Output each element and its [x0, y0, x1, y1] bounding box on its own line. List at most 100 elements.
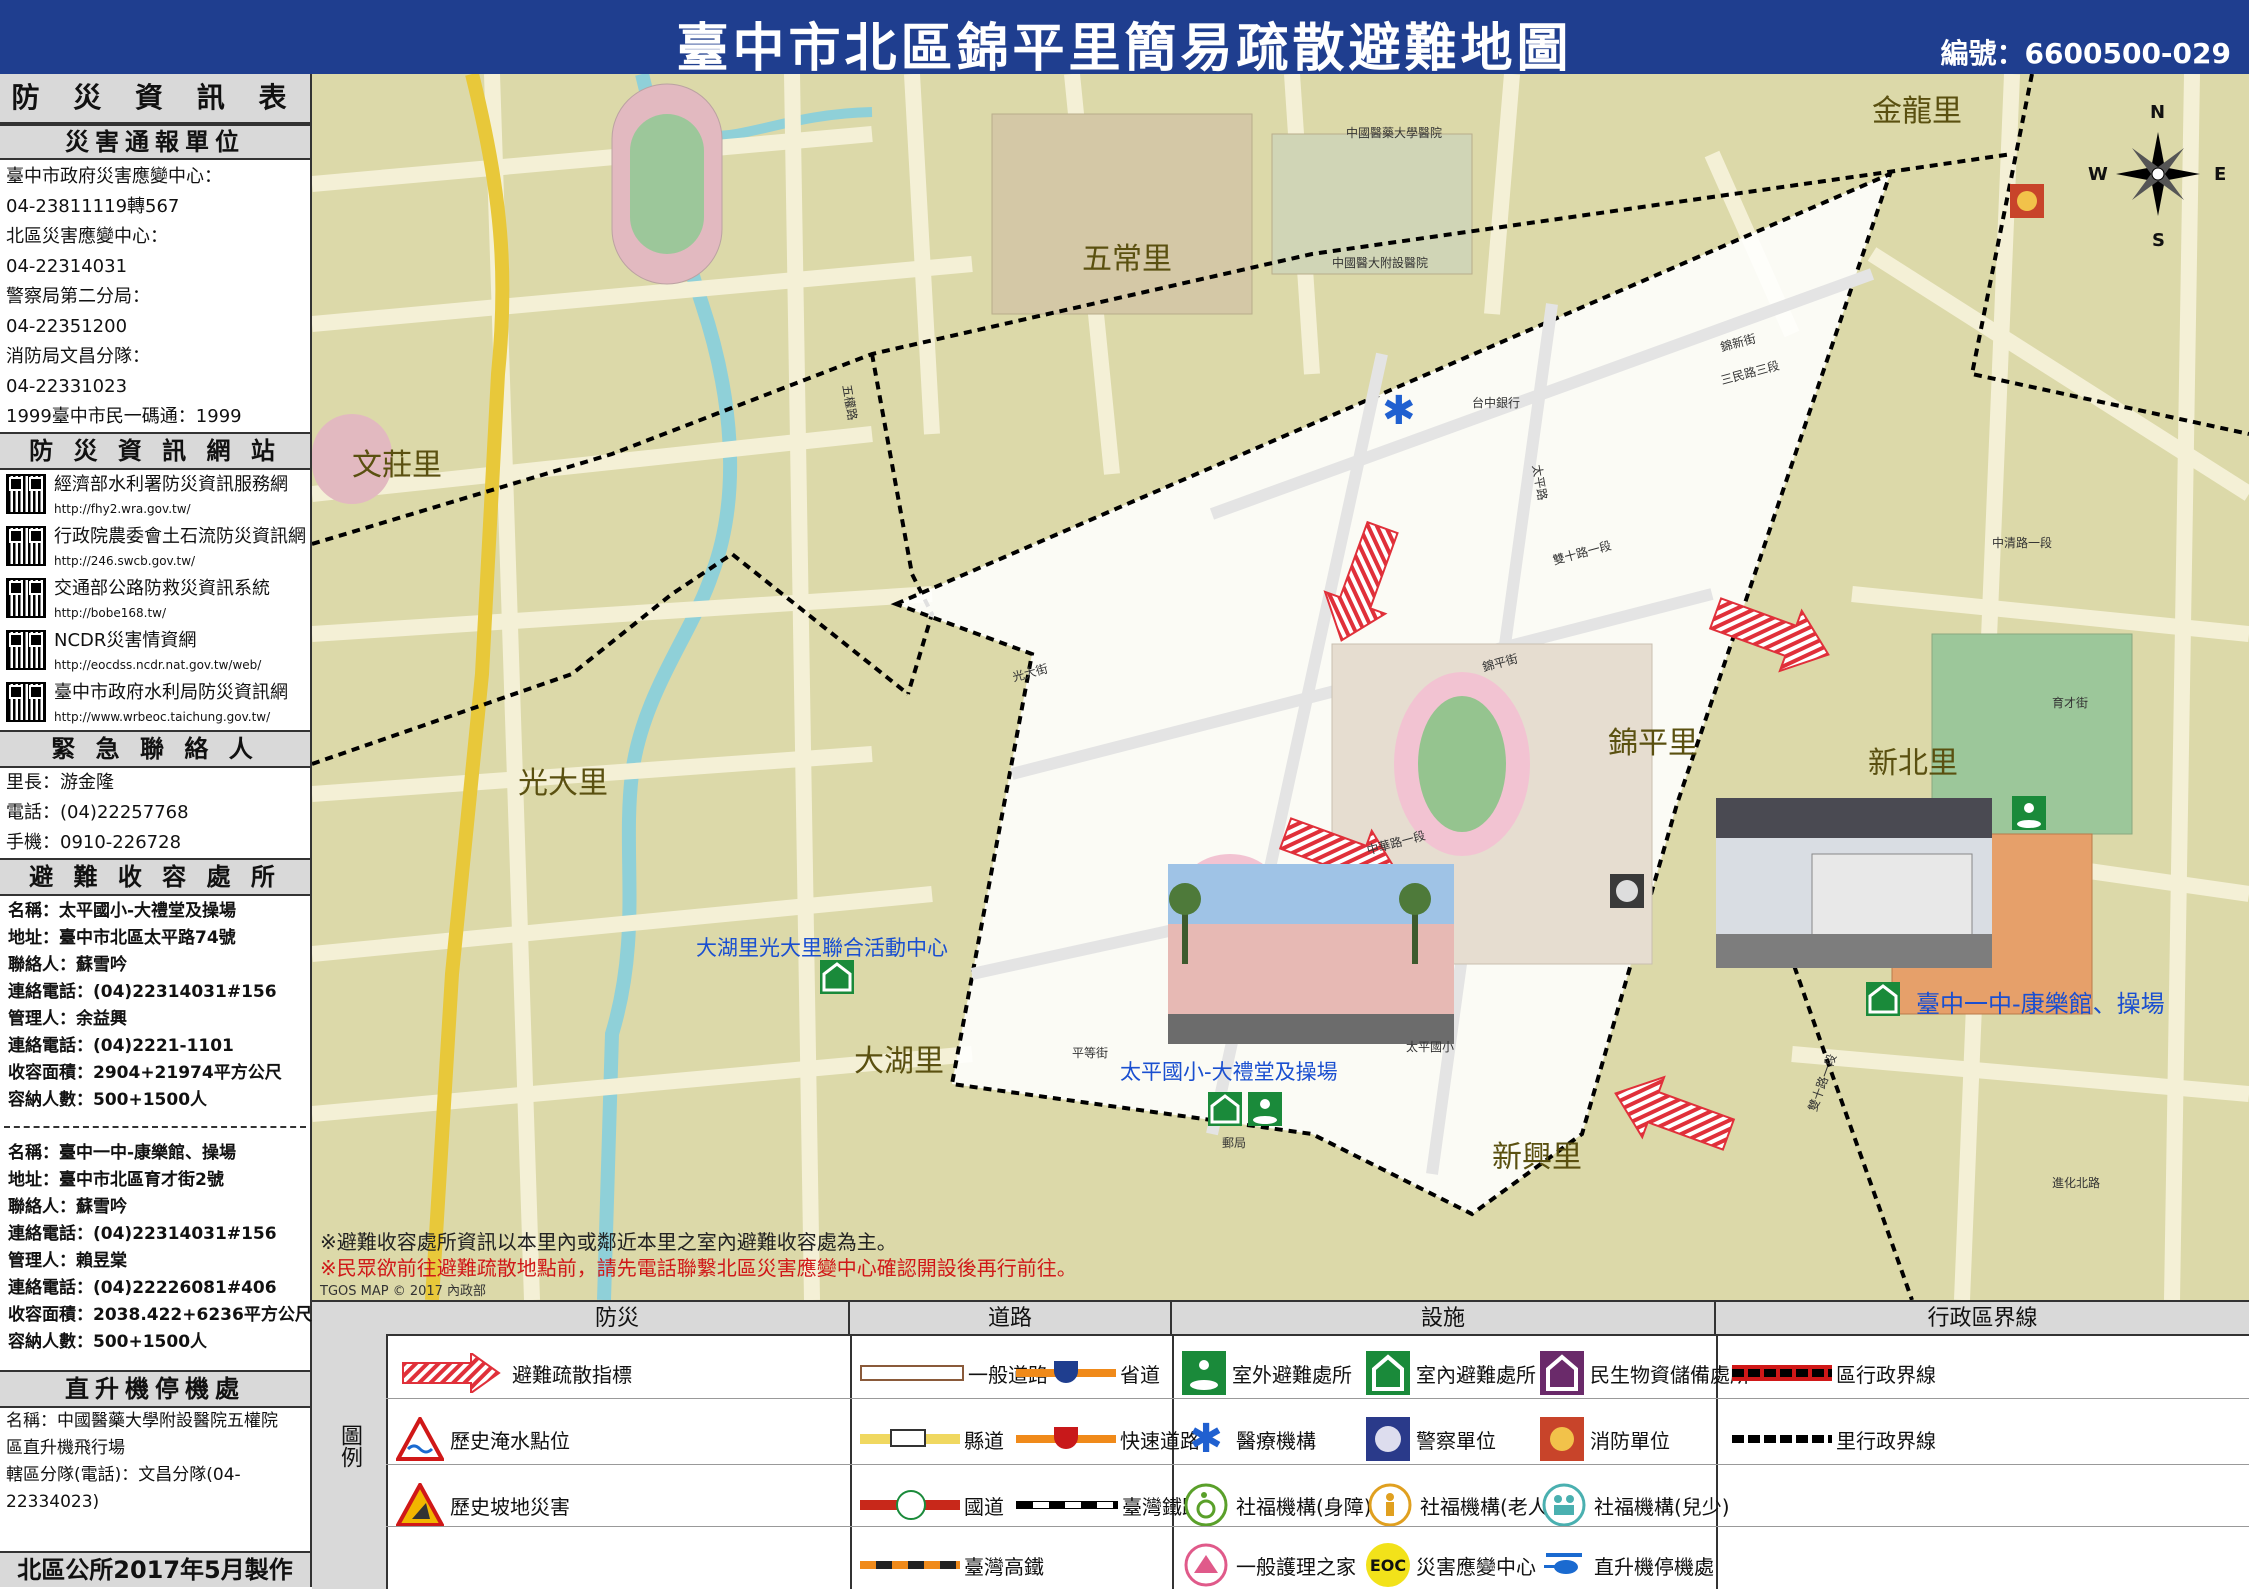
qr-code-icon — [6, 474, 46, 514]
qr-code-icon — [6, 682, 46, 722]
report-list: 臺中市政府災害應變中心： 04-23811119轉567 北區災害應變中心： 0… — [0, 160, 310, 432]
shelter-line: 收容面積：2904+21974平方公尺 — [8, 1063, 282, 1083]
web-url[interactable]: http://bobe168.tw/ — [54, 604, 270, 622]
flood-warning-icon — [396, 1415, 444, 1463]
legend-head-road: 道路 — [850, 1302, 1172, 1336]
indoor-shelter-icon — [1366, 1351, 1410, 1395]
shelter1-photo — [1168, 864, 1454, 1044]
web-url[interactable]: http://eocdss.ncdr.nat.gov.tw/web/ — [54, 656, 261, 674]
children-icon — [1540, 1481, 1588, 1529]
village-label-xinbei: 新北里 — [1868, 746, 1958, 781]
report-line: 北區災害應變中心： — [6, 226, 168, 247]
web-url[interactable]: http://fhy2.wra.gov.tw/ — [54, 500, 288, 518]
report-line: 04-22351200 — [6, 316, 128, 337]
shelter-line: 聯絡人：蘇雪吟 — [8, 955, 127, 975]
web-item[interactable]: NCDR災害情資網 http://eocdss.ncdr.nat.gov.tw/w… — [0, 626, 310, 678]
heli-info: 名稱：中國醫藥大學附設醫院五權院 區直升機飛行場 轄區分隊(電話)：文昌分隊(0… — [0, 1408, 310, 1516]
legend-village-boundary: 里行政界線 — [1732, 1408, 1936, 1470]
legend-text: 一般護理之家 — [1236, 1554, 1356, 1579]
legend-head-facility: 設施 — [1172, 1302, 1716, 1336]
legend-outdoor-shelter: 室外避難處所 — [1182, 1342, 1352, 1404]
landslide-warning-icon — [396, 1481, 444, 1529]
outdoor-shelter-icon — [1182, 1351, 1226, 1395]
shelter-line: 容納人數：500+1500人 — [8, 1332, 208, 1352]
map-canvas[interactable]: ✱ — [312, 74, 2249, 1300]
legend-police: 警察單位 — [1366, 1408, 1496, 1470]
legend-text: 臺灣高鐵 — [964, 1554, 1044, 1579]
legend-text: 區行政界線 — [1836, 1362, 1936, 1387]
legend-head-boundary: 行政區界線 — [1716, 1302, 2249, 1336]
web-item[interactable]: 行政院農委會土石流防災資訊網 http://246.swcb.gov.tw/ — [0, 522, 310, 574]
legend-text: 歷史坡地災害 — [450, 1494, 570, 1519]
svg-text:✱: ✱ — [1382, 388, 1416, 434]
indoor-shelter-icon — [820, 960, 854, 994]
web-title: 防 災 資 訊 網 站 — [0, 432, 310, 470]
road-label: 中清路一段 — [1992, 536, 2053, 550]
nursing-home-icon — [1182, 1541, 1230, 1589]
village-label-dahu: 大湖里 — [854, 1044, 944, 1079]
web-url[interactable]: http://www.wrbeoc.taichung.gov.tw/ — [54, 708, 288, 726]
report-title: 災害通報單位 — [0, 124, 310, 160]
legend-text: 消防單位 — [1590, 1428, 1670, 1453]
legend-flood: 歷史淹水點位 — [396, 1408, 570, 1470]
note-1: ※避難收容處所資訊以本里內或鄰近本里之室內避難收容處為主。 — [320, 1230, 897, 1254]
heli-line: 名稱：中國醫藥大學附設醫院五權院 — [6, 1411, 278, 1431]
contact-title: 緊 急 聯 絡 人 — [0, 730, 310, 768]
web-name: 臺中市政府水利局防災資訊網 — [54, 682, 288, 703]
legend: 圖例 防災 道路 設施 行政區界線 避難疏散指標 歷史淹水點位 歷史坡地災害 一… — [312, 1300, 2249, 1589]
elderly-icon — [1366, 1481, 1414, 1529]
web-item[interactable]: 交通部公路防救災資訊系統 http://bobe168.tw/ — [0, 574, 310, 626]
web-item[interactable]: 臺中市政府水利局防災資訊網 http://www.wrbeoc.taichung.… — [0, 678, 310, 730]
legend-evac-arrow: 避難疏散指標 — [396, 1342, 632, 1404]
village-label-jinlong: 金龍里 — [1872, 94, 1962, 129]
info-panel: 防 災 資 訊 表 災害通報單位 臺中市政府災害應變中心： 04-2381111… — [0, 74, 312, 1587]
place-hospital2: 中國醫大附設醫院 — [1332, 256, 1429, 270]
shelter-line: 連絡電話：(04)2221-1101 — [8, 1036, 234, 1056]
legend-indoor-shelter: 室內避難處所 — [1366, 1342, 1536, 1404]
legend-fire: 消防單位 — [1540, 1408, 1670, 1470]
heli-title: 直升機停機處 — [0, 1370, 310, 1408]
report-line: 04-22331023 — [6, 376, 128, 397]
contact-line: 手機：0910-226728 — [6, 832, 182, 853]
shelter-line: 管理人：余益興 — [8, 1009, 127, 1029]
web-url[interactable]: http://246.swcb.gov.tw/ — [54, 552, 306, 570]
web-name: 行政院農委會土石流防災資訊網 — [54, 526, 306, 547]
outdoor-shelter-icon — [1248, 1092, 1282, 1126]
village-label-jinping: 錦平里 — [1608, 726, 1698, 761]
contact-line: 電話：(04)22257768 — [6, 802, 189, 823]
heli-line: 轄區分隊(電話)：文昌分隊(04- — [6, 1465, 241, 1485]
village-label-wuchang: 五常里 — [1082, 242, 1172, 277]
legend-text: 省道 — [1120, 1362, 1160, 1387]
shelter-1: 名稱：太平國小-大禮堂及操場 地址：臺中市北區太平路74號 聯絡人：蘇雪吟 連絡… — [0, 896, 310, 1114]
report-line: 臺中市政府災害應變中心： — [6, 166, 222, 187]
info-title: 防 災 資 訊 表 — [0, 74, 310, 124]
map-code: 編號：6600500-029 — [1940, 37, 2231, 70]
place-post: 郵局 — [1222, 1136, 1247, 1150]
legend-text: 社福機構(身障) — [1236, 1494, 1372, 1519]
compass-s: S — [2152, 230, 2165, 251]
legend-text: 社福機構(兒少) — [1594, 1494, 1730, 1519]
place-hospital1: 中國醫藥大學醫院 — [1346, 126, 1443, 140]
road-label: 平等街 — [1072, 1046, 1109, 1060]
evacuation-map[interactable]: ✱ N S W E 錦平里 五常里 金龍里 文莊里 光大里 大湖里 新北里 新興… — [312, 74, 2249, 1300]
shelter1-map-label: 太平國小-大禮堂及操場 — [1120, 1060, 1338, 1084]
legend-text: 歷史淹水點位 — [450, 1428, 570, 1453]
shelter-line: 地址：臺中市北區太平路74號 — [8, 928, 236, 948]
evac-arrow-icon — [396, 1351, 506, 1395]
web-item[interactable]: 經濟部水利署防災資訊服務網 http://fhy2.wra.gov.tw/ — [0, 470, 310, 522]
web-name: NCDR災害情資網 — [54, 630, 197, 651]
report-line: 04-22314031 — [6, 256, 128, 277]
map-title: 臺中市北區錦平里簡易疏散避難地圖 — [676, 19, 1573, 79]
compass-e: E — [2214, 164, 2227, 185]
legend-road-expressway: 快速道路 — [1016, 1408, 1200, 1470]
road-label: 進化北路 — [2052, 1176, 2101, 1190]
legend-medical: ✱ 醫療機構 — [1182, 1408, 1316, 1470]
legend-text: 國道 — [964, 1494, 1004, 1519]
road-label: 育才街 — [2052, 696, 2089, 710]
village-label-xinxing: 新興里 — [1492, 1140, 1582, 1175]
web-name: 經濟部水利署防災資訊服務網 — [54, 474, 288, 495]
divider — [4, 1126, 306, 1128]
note-2: ※民眾欲前往避難疏散地點前，請先電話聯繫北區災害應變中心確認開設後再行前往。 — [320, 1256, 1077, 1280]
report-line: 消防局文昌分隊： — [6, 346, 150, 367]
legend-text: 室內避難處所 — [1416, 1362, 1536, 1387]
